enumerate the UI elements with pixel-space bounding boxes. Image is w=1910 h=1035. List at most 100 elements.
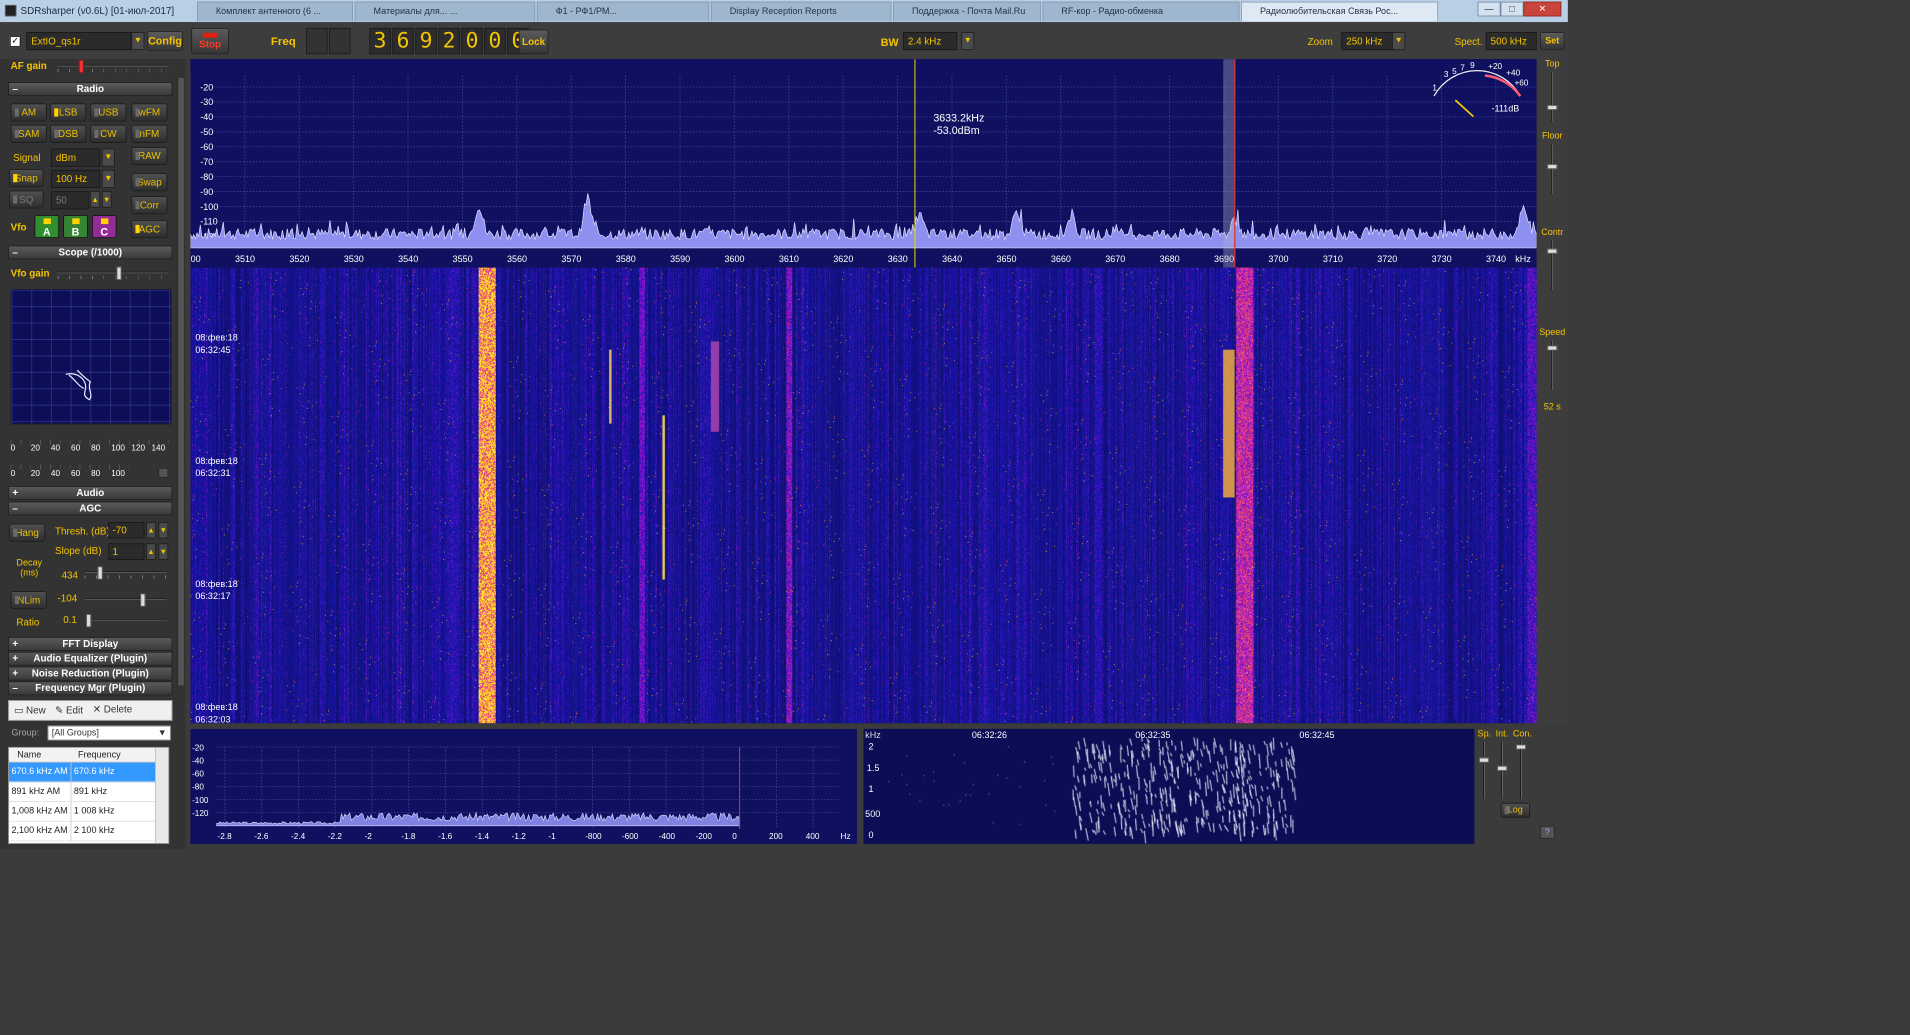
audio-section-header[interactable]: + Audio (8, 485, 173, 500)
stop-button[interactable]: Stop (191, 27, 230, 55)
agc-hang-button[interactable]: Hang (9, 523, 46, 542)
taskbar-tab[interactable]: Комплект антенного (6 ... (197, 1, 353, 22)
speed-slider[interactable] (1547, 340, 1558, 390)
scope-scale-toggle[interactable] (158, 467, 169, 478)
frequency-manager-section-header[interactable]: – Frequency Mgr (Plugin) (8, 681, 173, 696)
af-gain-slider[interactable] (57, 59, 169, 74)
con-slider[interactable] (1516, 741, 1526, 799)
vfo-a-button[interactable]: A (34, 215, 60, 239)
sp-slider[interactable] (1479, 741, 1490, 799)
bw-select[interactable]: 2.4 kHz (902, 32, 958, 51)
table-row[interactable]: 2,100 kHz AM 2 100 kHz (9, 821, 156, 842)
mode-sam-button[interactable]: SAM (10, 124, 47, 143)
agc-toggle-button[interactable]: AGC (131, 219, 168, 239)
minimize-button[interactable]: — (1477, 1, 1501, 17)
taskbar-tab[interactable]: Поддержка - Почта Mail.Ru (893, 1, 1041, 22)
column-frequency-header[interactable]: Frequency (78, 750, 121, 760)
squelch-button[interactable]: SQ (9, 190, 44, 209)
freq-digit[interactable]: 0 (484, 27, 506, 55)
lock-button[interactable]: Lock (518, 29, 549, 55)
source-select[interactable]: ExtIO_qs1r (26, 32, 132, 51)
freq-digit[interactable]: 0 (461, 27, 483, 55)
nlim-button[interactable]: NLim (10, 591, 47, 610)
agc-decay-slider[interactable] (84, 566, 167, 580)
taskbar-tab[interactable]: Display Reception Reports (710, 1, 892, 22)
int-slider[interactable] (1497, 741, 1508, 799)
nlim-slider[interactable] (84, 593, 167, 607)
snap-dropdown[interactable]: ▼ (101, 169, 115, 188)
vfo-c-button[interactable]: C (91, 215, 117, 239)
audio-equalizer-section-header[interactable]: + Audio Equalizer (Plugin) (8, 651, 173, 666)
threshold-spin-down[interactable]: ▼ (158, 522, 169, 539)
vfo-b-button[interactable]: B (63, 215, 88, 239)
freq-digit[interactable]: 3 (369, 27, 391, 55)
squelch-spin-up[interactable]: ▲ (90, 191, 101, 208)
new-entry-button[interactable]: ▭ New (14, 704, 46, 715)
spect-field[interactable]: 500 kHz (1485, 32, 1537, 51)
noise-reduction-section-header[interactable]: + Noise Reduction (Plugin) (8, 666, 173, 681)
close-button[interactable]: ✕ (1523, 1, 1562, 17)
signal-unit-select[interactable]: dBm (50, 148, 101, 167)
slope-spin-down[interactable]: ▼ (158, 543, 169, 560)
filter-passband[interactable] (1223, 59, 1235, 268)
floor-slider[interactable] (1547, 144, 1558, 194)
ratio-slider[interactable] (84, 614, 167, 628)
raw-button[interactable]: RAW (131, 146, 168, 165)
log-button[interactable]: Log (1500, 802, 1531, 818)
meter-tick: 9 (1470, 61, 1475, 70)
mode-dsb-button[interactable]: DSB (50, 124, 87, 143)
agc-section-header[interactable]: – AGC (8, 501, 173, 516)
taskbar-tab[interactable]: Радиолюбительская Связь Рос... (1241, 1, 1439, 22)
vfo-gain-slider[interactable] (57, 266, 169, 280)
table-row[interactable]: 891 kHz AM 891 kHz (9, 782, 156, 802)
freq-digit[interactable]: 6 (392, 27, 414, 55)
waterfall-display[interactable]: 08:фев:18 06:32:45 08:фев:18 06:32:31 08:фев… (190, 267, 1537, 724)
corr-button[interactable]: Corr (131, 196, 168, 215)
squelch-spin-down[interactable]: ▼ (101, 191, 112, 208)
delete-entry-button[interactable]: ✕ Delete (93, 703, 132, 714)
snap-button[interactable]: Snap (9, 169, 44, 188)
source-dropdown-button[interactable]: ▼ (131, 32, 145, 51)
snap-step-select[interactable]: 100 Hz (50, 169, 101, 188)
audio-waterfall-display[interactable]: kHz 2 1.5 1 500 0 06:32:26 06:32:35 06:3… (863, 728, 1475, 844)
table-row[interactable]: 670.6 kHz AM 670.6 kHz (9, 762, 156, 783)
mode-cw-button[interactable]: CW (90, 124, 127, 143)
maximize-button[interactable]: □ (1500, 1, 1524, 17)
edit-entry-button[interactable]: ✎ Edit (55, 704, 83, 715)
spectrum-display[interactable]: -20-30-40-50-60-70-80-90-100-110-1203500… (190, 59, 1537, 268)
signal-unit-dropdown[interactable]: ▼ (101, 148, 115, 167)
list-scrollbar[interactable] (155, 747, 169, 844)
bw-dropdown-button[interactable]: ▼ (961, 32, 975, 51)
freq-digit[interactable]: 9 (415, 27, 437, 55)
radio-section-header[interactable]: – Radio (8, 82, 173, 97)
mode-wfm-button[interactable]: wFM (131, 103, 168, 122)
set-button[interactable]: Set (1539, 32, 1565, 51)
mode-lsb-button[interactable]: LSB (50, 103, 87, 122)
group-select[interactable]: [All Groups] ▼ (47, 725, 171, 741)
squelch-level-field[interactable]: 50 (50, 191, 89, 210)
mode-usb-button[interactable]: USB (90, 103, 127, 122)
source-checkbox[interactable]: ✓ (9, 36, 21, 47)
taskbar-tab[interactable]: Ф1 - РФ1/РМ... (536, 1, 710, 22)
scope-section-header[interactable]: – Scope (/1000) (8, 245, 173, 260)
audio-spectrum-display[interactable]: -20 -40 -60 -80 -100 -120 -2.8 -2.6 -2.4 -2.2 -2 -1… (190, 728, 857, 844)
agc-slope-field[interactable]: 1 (108, 543, 145, 560)
threshold-spin-up[interactable]: ▲ (146, 522, 156, 539)
column-name-header[interactable]: Name (17, 750, 41, 760)
top-slider[interactable] (1547, 72, 1558, 122)
config-button[interactable]: Config (146, 31, 184, 51)
zoom-dropdown-button[interactable]: ▼ (1392, 32, 1406, 51)
swap-button[interactable]: Swap (131, 173, 168, 192)
taskbar-tab[interactable]: Материалы для... ... (354, 1, 536, 22)
table-row[interactable]: 1,008 kHz AM 1 008 kHz (9, 801, 156, 822)
agc-threshold-field[interactable]: -70 (108, 522, 145, 539)
freq-digit[interactable]: 2 (438, 27, 460, 55)
taskbar-tab[interactable]: RF-кор - Радио-обменка (1042, 1, 1240, 22)
left-panel-scrollbar[interactable] (177, 77, 184, 686)
mode-am-button[interactable]: AM (10, 103, 47, 122)
fft-display-section-header[interactable]: + FFT Display (8, 636, 173, 651)
slope-spin-up[interactable]: ▲ (146, 543, 156, 560)
contrast-slider[interactable] (1547, 240, 1558, 290)
mode-nfm-button[interactable]: nFM (131, 124, 168, 143)
help-button[interactable]: ? (1539, 825, 1555, 839)
